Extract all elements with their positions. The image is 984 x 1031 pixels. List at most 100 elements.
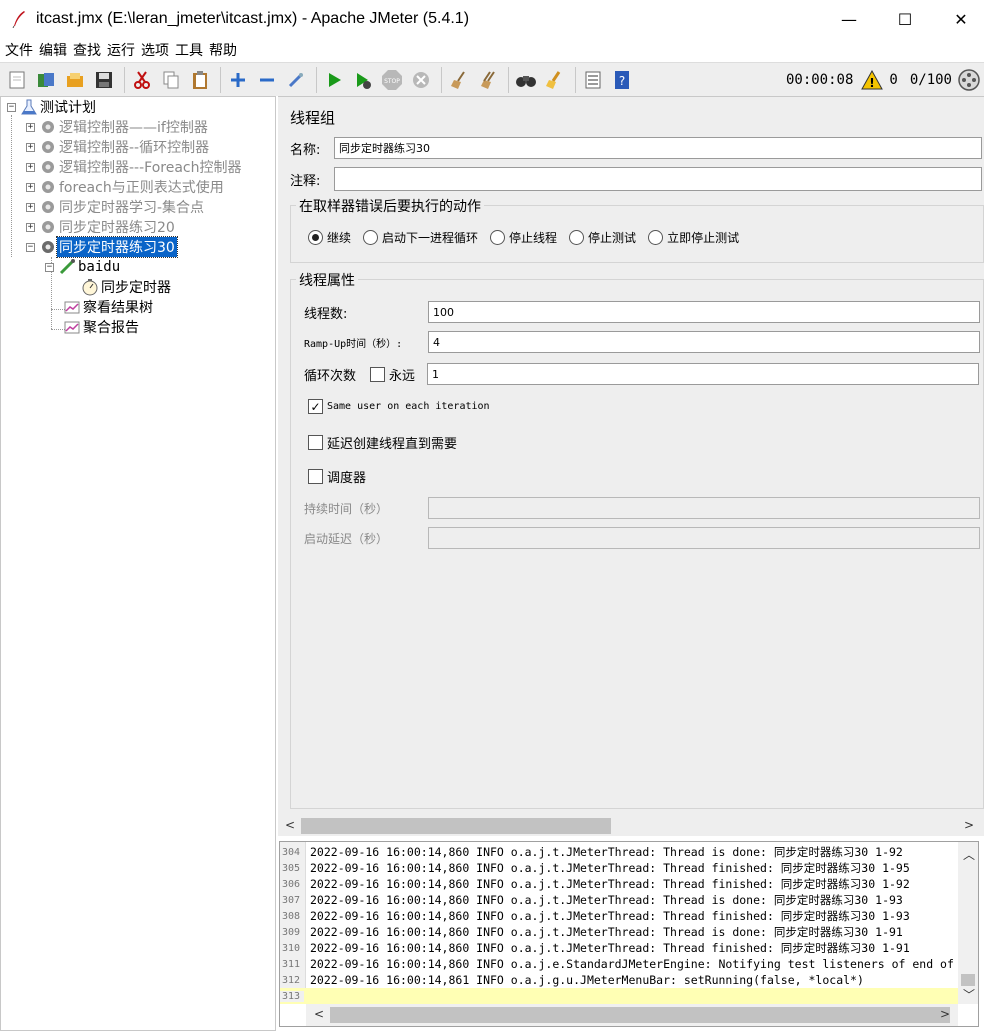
line-number: 312 xyxy=(281,974,300,986)
tree-node-listener[interactable]: 聚合报告 xyxy=(63,317,141,337)
tree-node-thread-group-selected[interactable]: − 同步定时器练习30 xyxy=(26,236,178,258)
tree-node-thread-group[interactable]: + 逻辑控制器——if控制器 xyxy=(26,117,210,137)
start-no-pauses-button[interactable] xyxy=(350,67,376,93)
radio-button[interactable] xyxy=(490,230,506,245)
menu-search[interactable]: 查找 xyxy=(73,40,101,60)
rampup-input[interactable]: 4 xyxy=(428,331,980,353)
tree-node-test-plan[interactable]: − 测试计划 xyxy=(7,97,98,117)
toggle-button[interactable] xyxy=(283,67,309,93)
log-line-current[interactable]: 313 xyxy=(280,988,958,1004)
stopwatch-icon xyxy=(82,279,98,296)
tree-node-sampler[interactable]: − baidu xyxy=(45,257,122,277)
menu-run[interactable]: 运行 xyxy=(107,40,135,60)
scroll-left-icon[interactable]: < xyxy=(285,818,295,832)
expand-toggle[interactable]: + xyxy=(26,182,35,192)
menu-edit[interactable]: 编辑 xyxy=(39,40,67,60)
radio-button[interactable] xyxy=(363,230,379,245)
tree-node-listener[interactable]: 察看结果树 xyxy=(63,297,155,317)
line-number: 305 xyxy=(281,862,300,874)
new-file-button[interactable] xyxy=(4,67,30,93)
collapse-toggle[interactable]: − xyxy=(45,262,54,272)
close-button[interactable]: ✕ xyxy=(938,0,984,38)
tree-node-thread-group[interactable]: + 逻辑控制器---Foreach控制器 xyxy=(26,157,244,177)
radio-stop-test[interactable]: 停止测试 xyxy=(569,229,636,246)
start-button[interactable] xyxy=(321,67,347,93)
expand-button[interactable] xyxy=(225,67,251,93)
scroll-left-icon[interactable]: < xyxy=(314,1007,324,1021)
collapse-toggle[interactable]: − xyxy=(7,102,16,112)
tree-node-timer[interactable]: 同步定时器 xyxy=(81,277,173,297)
collapse-toggle[interactable]: − xyxy=(26,242,35,252)
expand-toggle[interactable]: + xyxy=(26,222,35,232)
log-horizontal-scrollbar[interactable]: < > xyxy=(306,1004,958,1026)
comment-input[interactable] xyxy=(334,167,982,191)
copy-button[interactable] xyxy=(158,67,184,93)
search-button[interactable] xyxy=(513,67,539,93)
help-button[interactable]: ? xyxy=(609,67,635,93)
threads-input[interactable]: 100 xyxy=(428,301,980,323)
radio-button[interactable] xyxy=(569,230,585,245)
reset-search-button[interactable] xyxy=(542,67,568,93)
log-line: 307 2022-09-16 16:00:14,860 INFO o.a.j.t.… xyxy=(280,892,903,908)
shutdown-button[interactable] xyxy=(408,67,434,93)
tree-node-thread-group[interactable]: + 同步定时器练习20 xyxy=(26,217,177,237)
log-vertical-scrollbar[interactable]: ︿ ﹀ xyxy=(958,842,978,1004)
scheduler-checkbox[interactable] xyxy=(308,469,323,484)
tree-node-label: 逻辑控制器---Foreach控制器 xyxy=(59,160,242,176)
menu-help[interactable]: 帮助 xyxy=(209,40,237,60)
tree-node-thread-group[interactable]: + 同步定时器学习-集合点 xyxy=(26,197,206,217)
paste-button[interactable] xyxy=(187,67,213,93)
expand-toggle[interactable]: + xyxy=(26,202,35,212)
same-user-label: Same user on each iteration xyxy=(327,401,490,412)
radio-stop-test-now[interactable]: 立即停止测试 xyxy=(648,229,739,246)
tree-node-thread-group[interactable]: + 逻辑控制器--循环控制器 xyxy=(26,137,211,157)
same-user-checkbox[interactable]: ✓ xyxy=(308,399,323,414)
log-text: 2022-09-16 16:00:14,860 INFO o.a.j.t.JMe… xyxy=(310,845,903,859)
stop-button[interactable]: STOP xyxy=(379,67,405,93)
line-number: 307 xyxy=(281,894,300,906)
scroll-right-icon[interactable]: > xyxy=(940,1007,950,1021)
maximize-button[interactable]: ☐ xyxy=(882,0,928,38)
radio-button[interactable] xyxy=(648,230,664,245)
radio-start-next-loop[interactable]: 启动下一进程循环 xyxy=(363,229,478,246)
forever-label: 永远 xyxy=(389,368,416,384)
toolbar-separator xyxy=(441,66,442,93)
templates-button[interactable] xyxy=(33,67,59,93)
radio-continue[interactable]: 继续 xyxy=(308,229,351,246)
radio-stop-thread[interactable]: 停止线程 xyxy=(490,229,557,246)
clear-button[interactable] xyxy=(446,67,472,93)
toggle-wand-icon xyxy=(288,72,303,87)
save-button[interactable] xyxy=(91,67,117,93)
function-helper-button[interactable] xyxy=(580,67,606,93)
expand-toggle[interactable]: + xyxy=(26,162,35,172)
loop-count-input[interactable]: 1 xyxy=(427,363,979,385)
comment-label: 注释: xyxy=(290,173,321,189)
expand-toggle[interactable]: + xyxy=(26,142,35,152)
delay-checkbox[interactable] xyxy=(308,435,323,450)
scroll-right-icon[interactable]: > xyxy=(964,818,974,832)
scroll-thumb[interactable] xyxy=(961,974,975,986)
menu-tools[interactable]: 工具 xyxy=(175,40,203,60)
forever-checkbox[interactable] xyxy=(370,366,385,382)
menu-options[interactable]: 选项 xyxy=(141,40,169,60)
clear-all-button[interactable] xyxy=(475,67,501,93)
expand-toggle[interactable]: + xyxy=(26,122,35,132)
warning-icon[interactable]: ! xyxy=(861,70,884,90)
name-input[interactable]: 同步定时器练习30 xyxy=(334,137,982,159)
log-text: 2022-09-16 16:00:14,860 INFO o.a.j.t.JMe… xyxy=(310,877,910,891)
menu-file[interactable]: 文件 xyxy=(5,40,33,60)
minimize-button[interactable]: — xyxy=(826,0,872,38)
cut-button[interactable] xyxy=(129,67,155,93)
same-user-row: ✓ Same user on each iteration xyxy=(308,399,490,414)
open-button[interactable] xyxy=(62,67,88,93)
tree-node-thread-group[interactable]: + foreach与正则表达式使用 xyxy=(26,177,226,197)
radio-button[interactable] xyxy=(308,230,323,245)
scroll-up-icon[interactable]: ︿ xyxy=(963,846,975,863)
scroll-down-icon[interactable]: ﹀ xyxy=(963,986,975,1003)
scroll-thumb[interactable] xyxy=(330,1007,950,1023)
scroll-thumb[interactable] xyxy=(301,818,611,834)
test-plan-tree: − 测试计划 + 逻辑控制器——if控制器 + 逻辑控制器--循环控制器 + 逻… xyxy=(0,96,276,1031)
collapse-button[interactable] xyxy=(254,67,280,93)
tree-node-label: 逻辑控制器——if控制器 xyxy=(59,120,208,136)
editor-horizontal-scrollbar[interactable]: < > xyxy=(278,816,984,836)
